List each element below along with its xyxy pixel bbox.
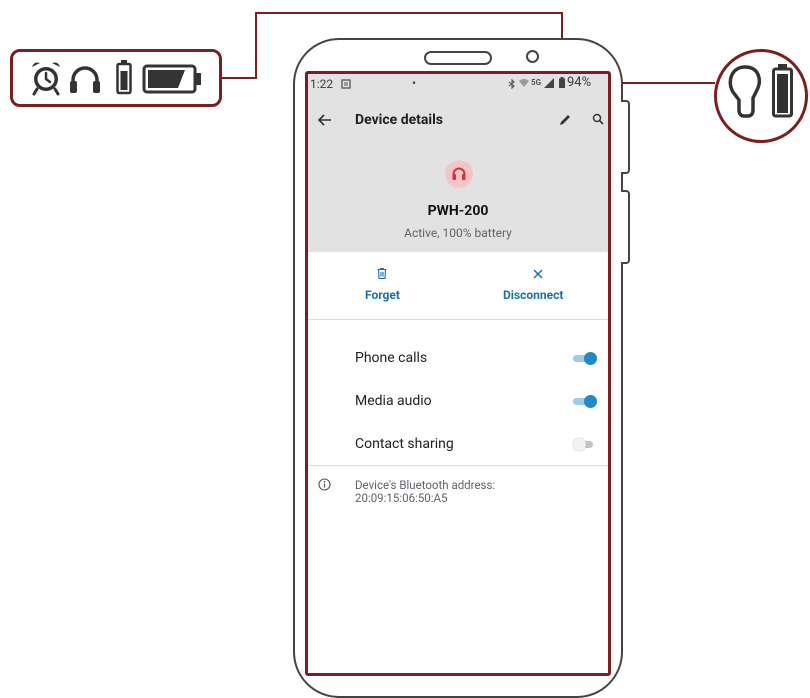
battery-horizontal-icon [142,64,201,94]
power-button [621,190,630,264]
callout-line-left-vertical [255,12,257,79]
callout-line-top-horizontal [255,12,563,14]
media-audio-label: Media audio [355,393,432,409]
contact-sharing-toggle[interactable] [573,438,597,451]
device-status: Active, 100% battery [404,226,512,240]
battery-icon [772,64,793,118]
device-name: PWH-200 [427,203,489,219]
back-arrow-icon[interactable] [318,114,332,126]
wifi-icon [519,79,529,87]
media-audio-toggle[interactable] [573,395,597,408]
search-icon[interactable] [592,113,604,125]
headset-icon-badge [445,160,473,188]
bluetooth-address-value: 20:09:15:06:50:A5 [355,491,448,505]
edit-pencil-icon[interactable] [558,113,572,127]
status-dot-icon: • [412,76,417,90]
close-icon [533,269,543,279]
front-camera [526,50,539,63]
battery-status-icon [559,77,565,88]
volume-button [621,100,630,174]
phone-screen: 1:22 • 5G 94% Device details PWH-200 Act… [305,71,611,676]
bluetooth-address-info: Device's Bluetooth address: 20:09:15:06:… [355,479,575,505]
forget-label: Forget [365,288,400,302]
phone-calls-label: Phone calls [355,350,428,366]
disconnect-button[interactable]: Disconnect [488,264,588,304]
trash-icon [377,268,387,279]
status-icons-callout [10,49,222,107]
signal-icon [544,78,554,88]
alarm-clock-icon [32,62,60,96]
headset-icon [452,167,466,180]
page-title: Device details [355,112,443,128]
earbud-icon [728,65,761,118]
info-icon [318,478,331,491]
notification-icon [341,79,351,89]
battery-percentage: 94% [567,75,592,90]
settings-divider [308,465,608,466]
earbud-battery-callout [714,49,808,143]
network-type: 5G [531,78,542,87]
disconnect-label: Disconnect [503,288,564,302]
callout-line-left-horizontal [222,77,257,79]
actions-divider [308,319,608,320]
contact-sharing-label: Contact sharing [355,436,454,452]
battery-vertical-icon [116,60,132,95]
earpiece-speaker [424,51,492,65]
status-bar: 1:22 • 5G 94% [308,74,608,94]
status-time: 1:22 [310,77,334,91]
bluetooth-icon [508,79,515,89]
forget-button[interactable]: Forget [348,264,418,304]
phone-calls-toggle[interactable] [573,352,597,365]
device-header: Device details PWH-200 Active, 100% batt… [308,94,608,252]
headphones-icon [70,66,100,93]
